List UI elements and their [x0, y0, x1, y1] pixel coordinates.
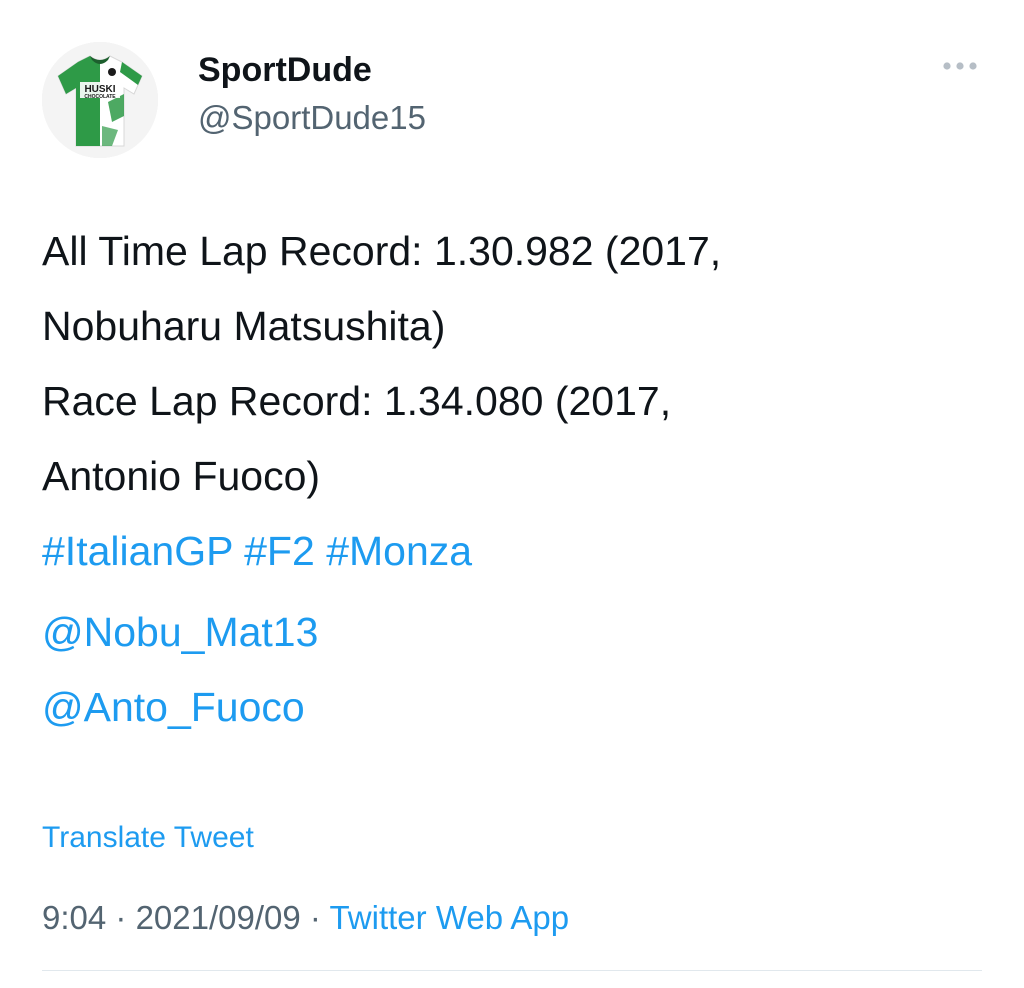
tweet-line: Race Lap Record: 1.34.080 (2017, [42, 378, 672, 424]
translate-tweet-link[interactable]: Translate Tweet [42, 818, 254, 858]
football-shirt-icon: HUSKI CHOCOLATE [42, 42, 158, 158]
hashtag-link[interactable]: #F2 [244, 528, 315, 574]
divider [42, 970, 982, 971]
tweet-line: All Time Lap Record: 1.30.982 (2017, [42, 228, 722, 274]
tweet-time[interactable]: 9:04 [42, 899, 106, 936]
hashtag-link[interactable]: #ItalianGP [42, 528, 233, 574]
tweet-text: All Time Lap Record: 1.30.982 (2017, Nob… [42, 214, 982, 745]
tweet-date[interactable]: 2021/09/09 [136, 899, 301, 936]
avatar[interactable]: HUSKI CHOCOLATE [42, 42, 158, 158]
mention-line: @Anto_Fuoco [42, 670, 982, 745]
tweet-line: Antonio Fuoco) [42, 453, 321, 499]
tweet-source-link[interactable]: Twitter Web App [329, 899, 569, 936]
more-options-button[interactable] [938, 56, 982, 76]
hashtag-link[interactable]: #Monza [326, 528, 472, 574]
mention-link[interactable]: @Nobu_Mat13 [42, 609, 318, 655]
mention-link[interactable]: @Anto_Fuoco [42, 684, 305, 730]
meta-separator: · [300, 899, 330, 936]
tweet-meta: 9:04 · 2021/09/09 · Twitter Web App [42, 896, 569, 940]
author-names: SportDude @SportDude15 [198, 50, 426, 138]
tweet-header: HUSKI CHOCOLATE SportDude @SportDude15 [42, 42, 982, 160]
meta-separator: · [106, 899, 136, 936]
tweet: HUSKI CHOCOLATE SportDude @SportDude15 A… [0, 0, 1024, 988]
hashtag-line: #ItalianGP #F2 #Monza [42, 514, 982, 589]
author-display-name[interactable]: SportDude [198, 50, 426, 90]
avatar-sponsor-subtext: CHOCOLATE [84, 94, 116, 100]
mention-line: @Nobu_Mat13 [42, 595, 982, 670]
author-handle[interactable]: @SportDude15 [198, 98, 426, 138]
more-dots-icon [943, 62, 977, 70]
tweet-line: Nobuharu Matsushita) [42, 303, 446, 349]
